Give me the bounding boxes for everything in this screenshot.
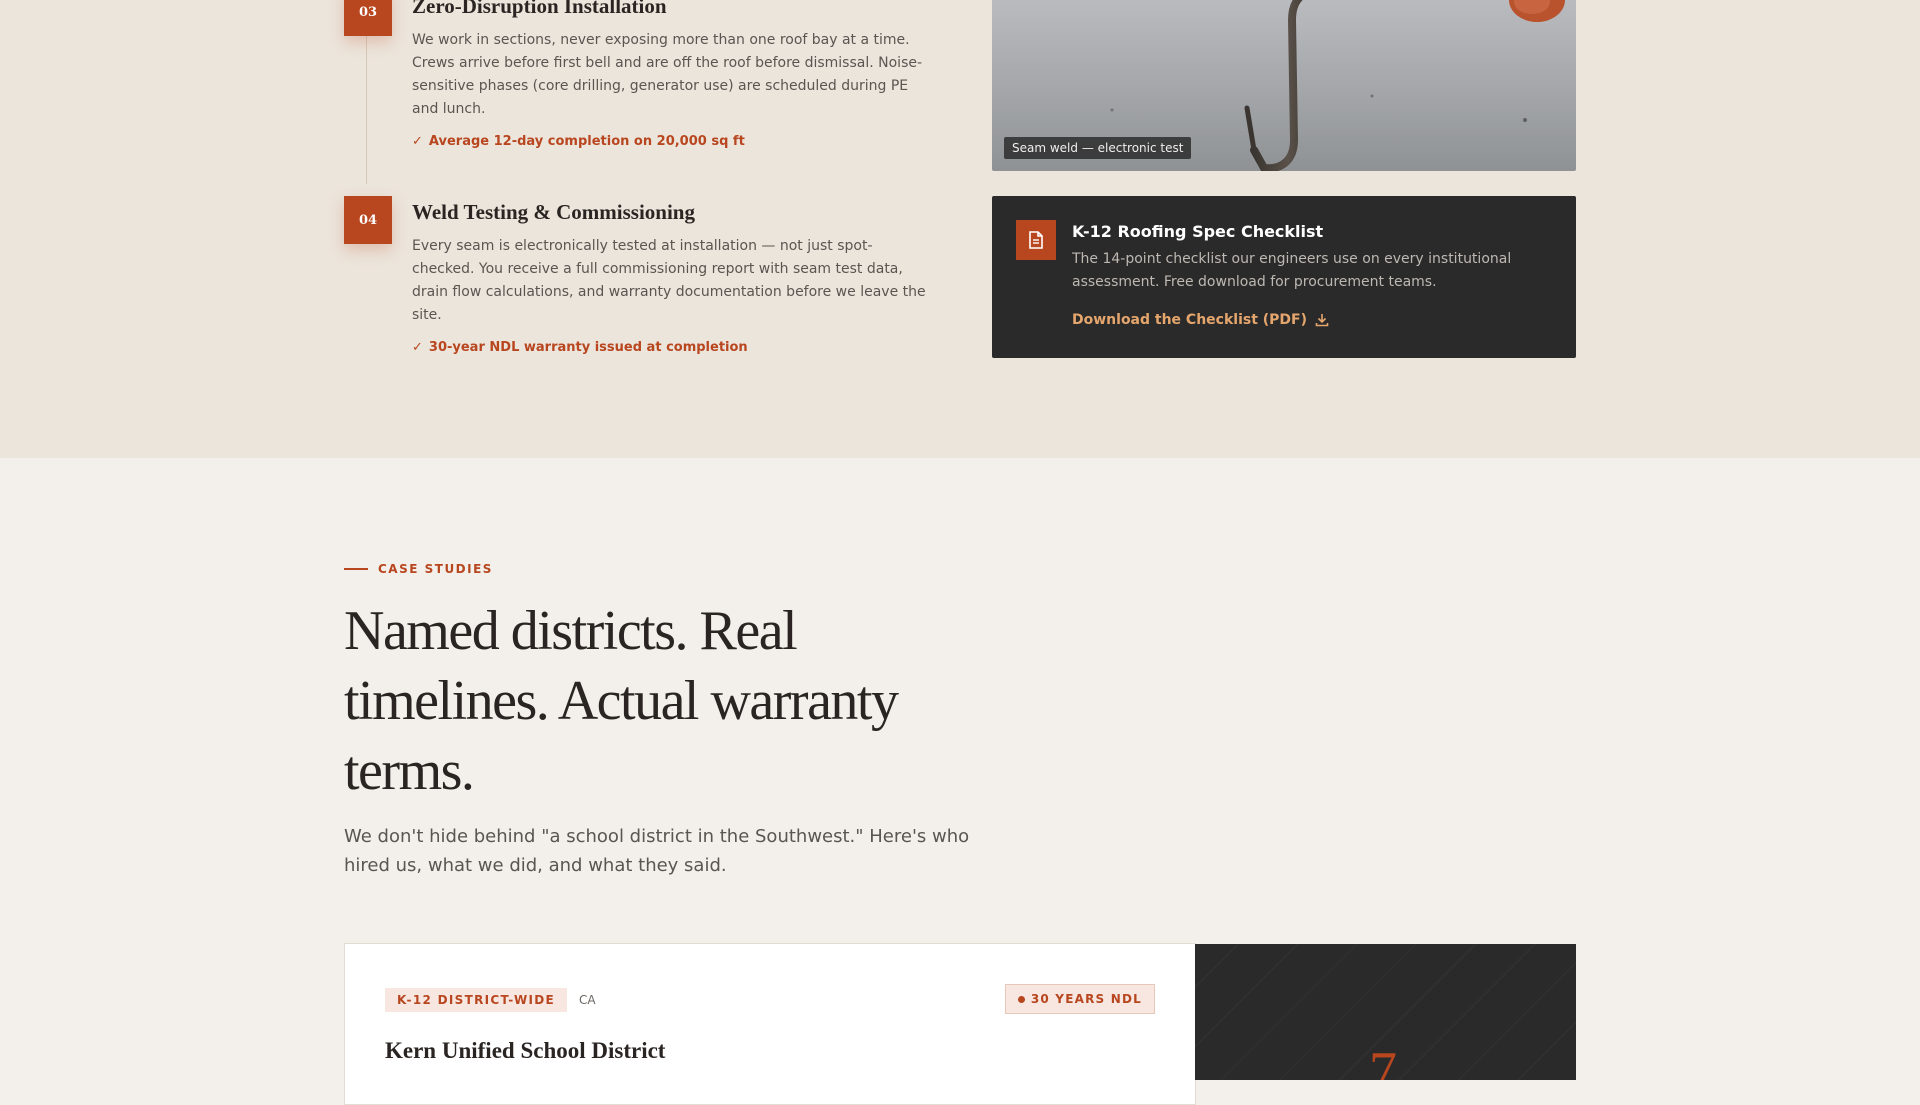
dot-icon	[1017, 995, 1025, 1003]
download-icon	[1315, 314, 1329, 327]
step-highlight-text: Average 12-day completion on 20,000 sq f…	[428, 134, 745, 149]
document-icon	[1016, 220, 1056, 260]
download-checklist-link[interactable]: Download the Checklist (PDF)	[1072, 312, 1329, 328]
section-eyebrow: CASE STUDIES	[344, 562, 493, 576]
section-intro: We don't hide behind "a school district …	[344, 826, 970, 876]
section-headline: Named districts. Real timelines. Actual …	[344, 600, 899, 802]
category-tag: K-12 DISTRICT-WIDE	[385, 988, 568, 1012]
download-link-label: Download the Checklist (PDF)	[1072, 312, 1308, 328]
step-description: Every seam is electronically tested at i…	[412, 238, 926, 323]
state-label: CA	[579, 993, 596, 1007]
step-highlight-text: 30-year NDL warranty issued at completio…	[428, 340, 748, 355]
step-highlight: ✓ 30-year NDL warranty issued at completi…	[412, 340, 748, 355]
photo-caption: Seam weld — electronic test	[1004, 137, 1192, 159]
step-title: Weld Testing & Commissioning	[412, 200, 695, 224]
check-icon: ✓	[412, 340, 423, 355]
step-title: Zero-Disruption Installation	[412, 0, 667, 18]
step-description: We work in sections, never exposing more…	[412, 32, 923, 117]
step-number-badge: 03	[344, 0, 392, 36]
case-study-stat-panel: 7	[1195, 944, 1576, 1080]
step-highlight: ✓ Average 12-day completion on 20,000 sq …	[412, 134, 745, 149]
timeline-line	[366, 36, 367, 184]
eyebrow-label: CASE STUDIES	[378, 562, 493, 576]
warranty-badge: 30 YEARS NDL	[1004, 984, 1155, 1014]
checklist-title: K-12 Roofing Spec Checklist	[1072, 222, 1324, 241]
step-number-badge: 04	[344, 196, 392, 244]
case-stat-number: 7	[1369, 1041, 1397, 1080]
case-study-name: Kern Unified School District	[385, 1038, 666, 1063]
spec-checklist-card: K-12 Roofing Spec Checklist The 14-point…	[992, 196, 1576, 358]
checklist-description: The 14-point checklist our engineers use…	[1072, 251, 1512, 290]
check-icon: ✓	[412, 134, 423, 149]
warranty-badge-label: 30 YEARS NDL	[1030, 992, 1142, 1006]
seam-weld-photo: Seam weld — electronic test	[992, 0, 1576, 171]
process-section	[0, 0, 1920, 458]
eyebrow-rule	[344, 568, 368, 570]
case-study-card[interactable]: K-12 DISTRICT-WIDE CA 30 YEARS NDL Kern …	[344, 943, 1196, 1105]
